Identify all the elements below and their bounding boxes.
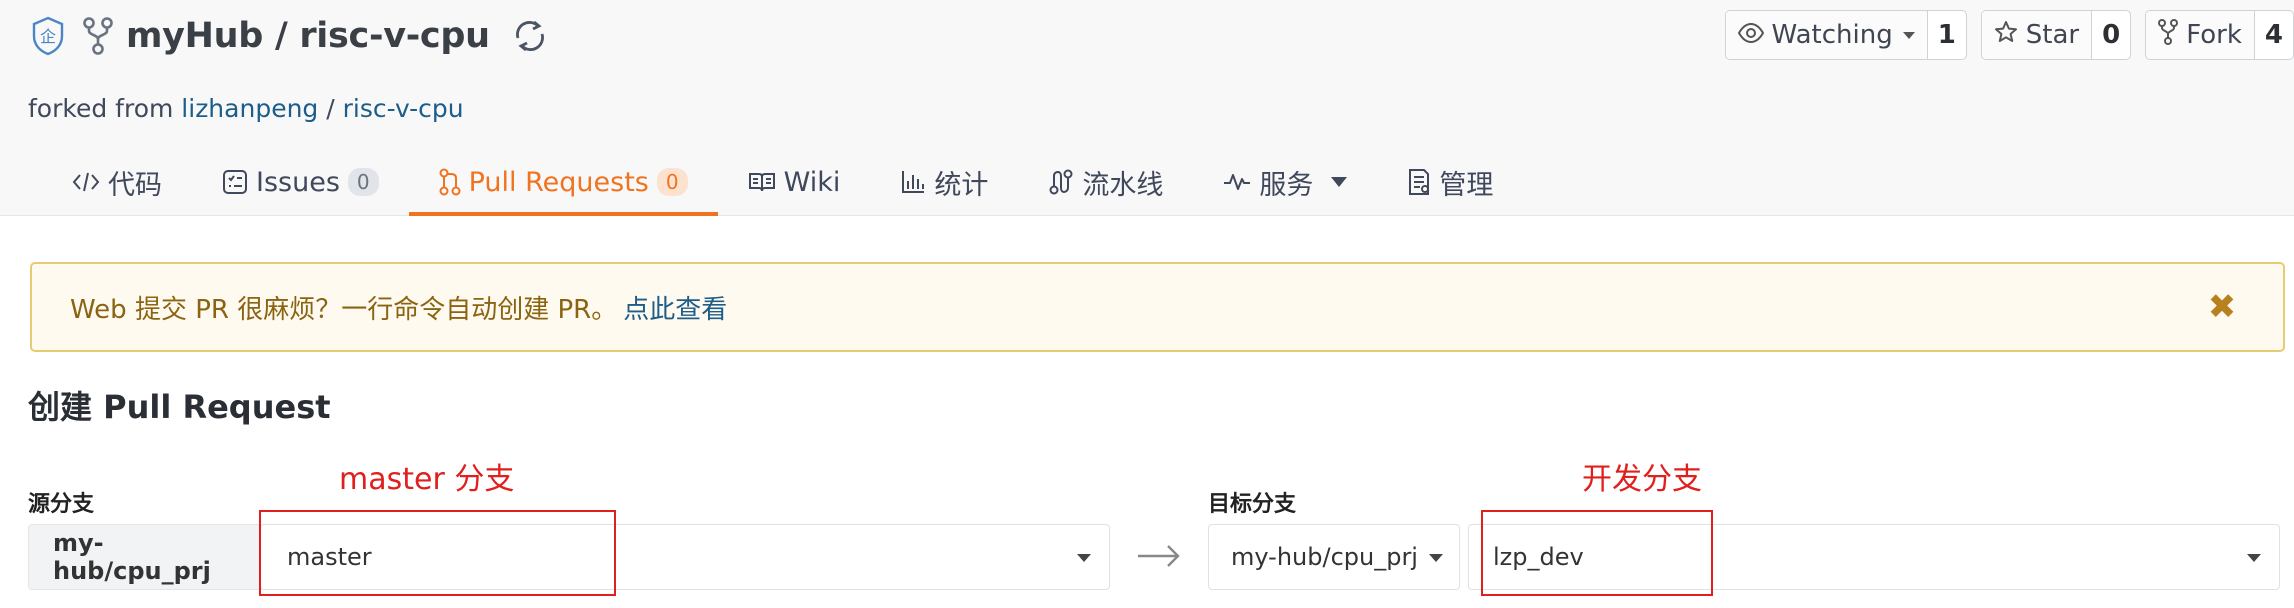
- forked-repo-link[interactable]: risc-v-cpu: [343, 94, 464, 123]
- tab-pipeline[interactable]: 流水线: [1018, 148, 1193, 216]
- tab-label: Wiki: [783, 166, 841, 198]
- star-button-group: Star 0: [1980, 10, 2132, 60]
- svg-text:企: 企: [40, 27, 56, 46]
- chevron-down-icon: [1331, 177, 1348, 187]
- tab-label: 服务: [1259, 169, 1314, 201]
- tab-services[interactable]: 服务: [1193, 148, 1377, 216]
- tab-label: Pull Requests: [468, 166, 649, 198]
- source-annotation-text: master 分支: [339, 462, 515, 497]
- forked-from: forked from lizhanpeng / risc-v-cpu: [28, 94, 464, 123]
- star-button[interactable]: Star: [1981, 11, 2093, 59]
- tab-wiki[interactable]: Wiki: [718, 148, 871, 216]
- repo-name[interactable]: risc-v-cpu: [299, 16, 490, 56]
- source-annotation-box: [259, 510, 616, 596]
- repo-header: 企 myHub / risc-v-cpu Watching 1 Star 0 F…: [0, 0, 2294, 216]
- arrow-right-icon: [1136, 538, 1182, 574]
- fork-label: Fork: [2186, 20, 2242, 50]
- source-repo: my-hub/cpu_prj: [53, 529, 211, 585]
- notice-link[interactable]: 点此查看: [623, 289, 727, 326]
- book-icon: [748, 170, 776, 194]
- repo-tabs: 代码 Issues 0 Pull Requests 0 Wiki 统计 流水线 …: [42, 148, 1523, 216]
- enterprise-icon: 企: [28, 14, 68, 58]
- tab-label: 管理: [1439, 169, 1494, 201]
- pull-requests-count-badge: 0: [656, 168, 688, 196]
- watch-label: Watching: [1771, 20, 1893, 50]
- fork-button-group: Fork 4: [2145, 10, 2294, 60]
- source-branch-label: 源分支: [28, 492, 95, 517]
- tab-label: 代码: [108, 169, 162, 201]
- pulse-icon: [1223, 171, 1251, 193]
- star-count[interactable]: 0: [2092, 11, 2130, 59]
- target-annotation-box: [1481, 510, 1713, 596]
- repo-full-name[interactable]: myHub / risc-v-cpu: [126, 16, 490, 56]
- watch-count[interactable]: 1: [1928, 11, 1966, 59]
- eye-icon: [1737, 20, 1764, 50]
- repo-separator: /: [274, 16, 288, 56]
- sync-icon[interactable]: [508, 14, 552, 58]
- watch-button[interactable]: Watching: [1725, 11, 1928, 59]
- watch-button-group: Watching 1: [1724, 10, 1967, 60]
- page-title: 创建 Pull Request: [28, 388, 331, 426]
- repo-title-line: 企 myHub / risc-v-cpu: [28, 8, 552, 64]
- tab-stats[interactable]: 统计: [870, 148, 1018, 216]
- target-repo-value: my-hub/cpu_prj: [1231, 543, 1418, 571]
- star-icon: [1994, 20, 2018, 51]
- tab-label: 统计: [934, 169, 989, 201]
- chevron-down-icon: [1902, 31, 1915, 39]
- tab-code[interactable]: 代码: [42, 148, 192, 216]
- settings-doc-icon: [1407, 168, 1431, 196]
- repo-actions: Watching 1 Star 0 Fork 4: [1724, 10, 2294, 60]
- forked-separator: /: [326, 94, 335, 123]
- issues-count-badge: 0: [347, 168, 379, 196]
- forked-owner-link[interactable]: lizhanpeng: [181, 94, 318, 123]
- chart-icon: [900, 169, 926, 195]
- target-branch-label: 目标分支: [1208, 492, 1297, 517]
- pull-request-icon: [439, 168, 461, 196]
- tab-label: Issues: [256, 166, 340, 198]
- forked-prefix: forked from: [28, 94, 174, 123]
- chevron-down-icon: [1077, 554, 1091, 562]
- fork-small-icon: [2158, 18, 2179, 52]
- notice-banner: Web 提交 PR 很麻烦？一行命令自动创建 PR。 点此查看 ✖: [30, 262, 2285, 352]
- star-label: Star: [2025, 20, 2080, 50]
- fork-button[interactable]: Fork: [2146, 11, 2255, 59]
- tab-issues[interactable]: Issues 0: [192, 148, 409, 216]
- target-annotation-text: 开发分支: [1582, 462, 1702, 497]
- tab-label: 流水线: [1082, 169, 1164, 201]
- tab-manage[interactable]: 管理: [1377, 148, 1523, 216]
- notice-text: Web 提交 PR 很麻烦？一行命令自动创建 PR。: [70, 294, 618, 325]
- repo-owner[interactable]: myHub: [126, 16, 263, 56]
- tab-pull-requests[interactable]: Pull Requests 0: [408, 148, 718, 216]
- chevron-down-icon: [2247, 554, 2261, 562]
- close-icon[interactable]: ✖: [2205, 287, 2239, 327]
- source-repo-prefix: my-hub/cpu_prj: [28, 524, 260, 590]
- target-repo-select[interactable]: my-hub/cpu_prj: [1208, 524, 1460, 590]
- chevron-down-icon: [1429, 554, 1443, 562]
- fork-icon: [78, 14, 118, 58]
- issues-icon: [222, 169, 248, 195]
- pipeline-icon: [1048, 168, 1074, 196]
- fork-count[interactable]: 4: [2255, 11, 2293, 59]
- code-icon: [72, 170, 100, 194]
